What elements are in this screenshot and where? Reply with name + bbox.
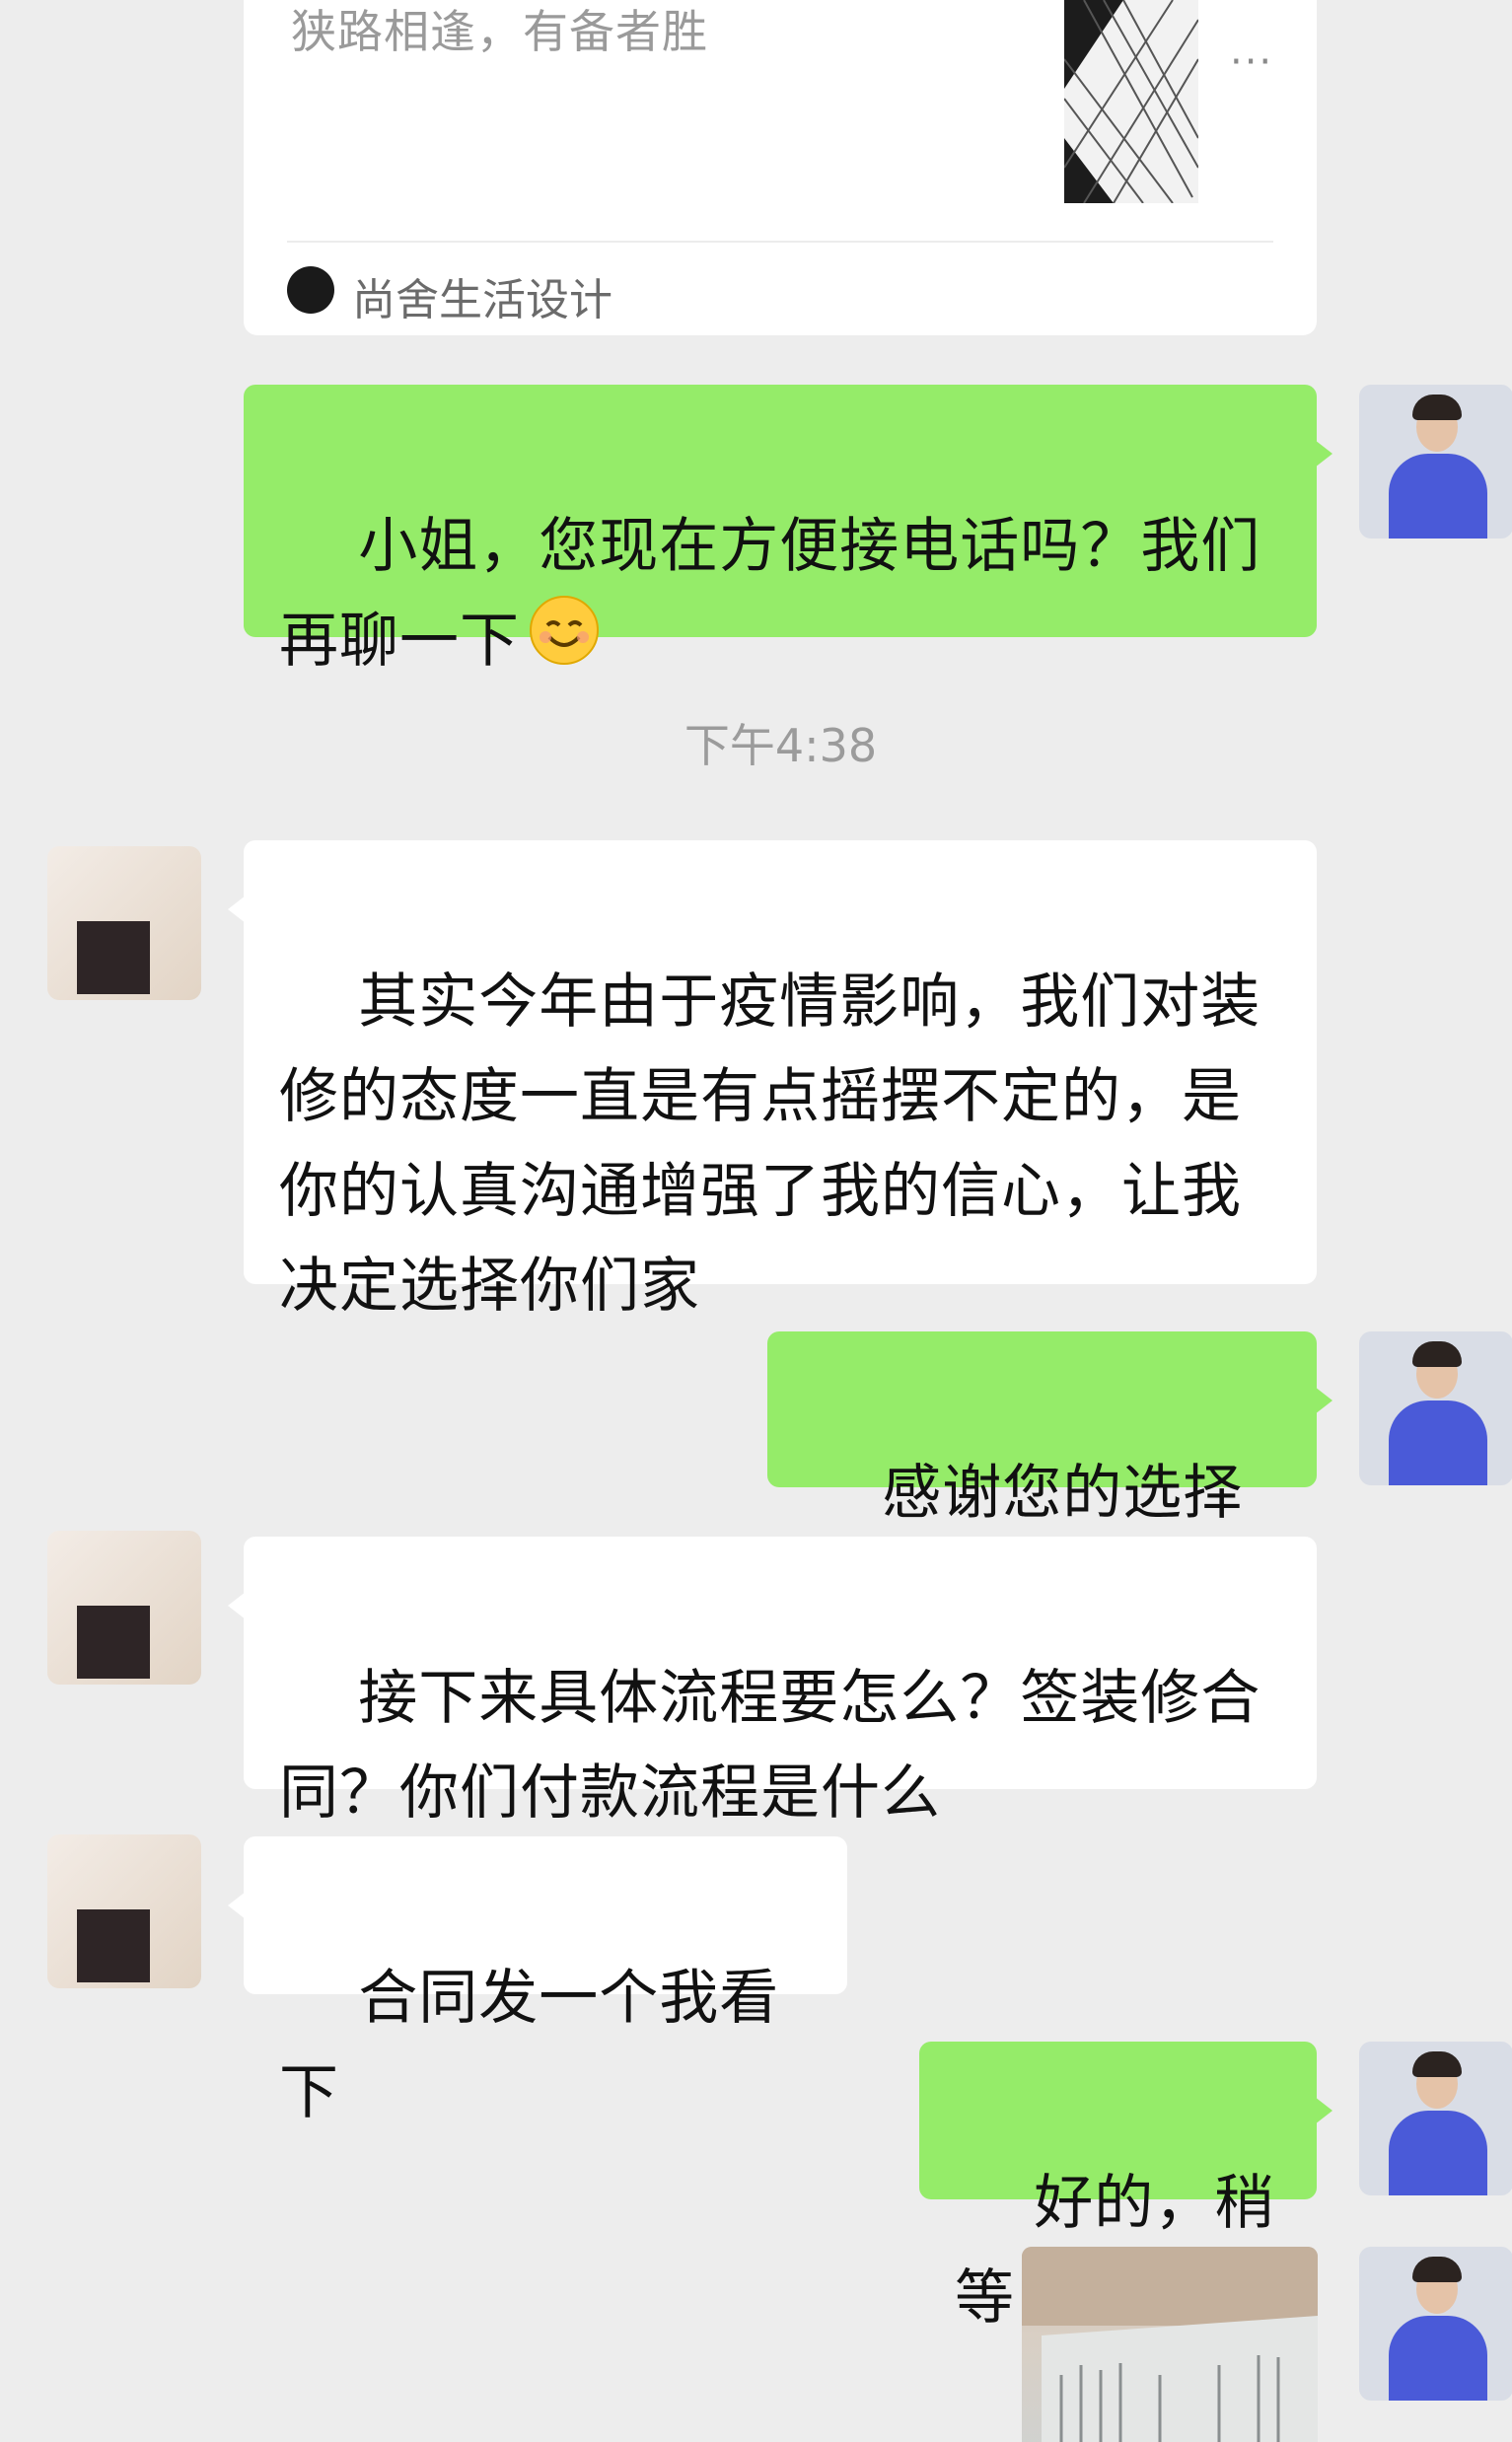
message-bubble-self[interactable]: 感谢您的选择	[767, 1331, 1332, 1608]
image-message[interactable]	[1022, 2247, 1318, 2442]
smiling-face-icon	[528, 594, 601, 694]
message-timestamp: 下午4:38	[684, 719, 878, 772]
article-description: 狭路相逢，有备者胜	[291, 5, 708, 58]
avatar-hair	[1412, 2051, 1462, 2077]
message-bubble-peer[interactable]: 其实今年由于疫情影响，我们对装修的态度一直是有点摇摆不定的，是你的认真沟通增强了…	[228, 840, 1317, 1321]
peer-avatar[interactable]	[47, 846, 201, 1000]
message-bubble-peer[interactable]: 接下来具体流程要怎么？签装修合同？你们付款流程是什么	[228, 1537, 1317, 1828]
avatar-body	[1389, 2316, 1487, 2401]
message-text: 其实今年由于疫情影响，我们对装修的态度一直是有点摇摆不定的，是你的认真沟通增强了…	[279, 968, 1261, 1321]
document-photo-icon	[1022, 2247, 1318, 2442]
avatar-hair	[1412, 2257, 1462, 2282]
message-bubble-peer[interactable]: 合同发一个我看下	[228, 1836, 847, 2127]
message-bubble-self[interactable]: 小姐，您现在方便接电话吗？我们再聊一下	[244, 385, 1332, 676]
avatar-body	[1389, 454, 1487, 539]
article-thumbnail	[1064, 0, 1198, 203]
avatar-body	[1389, 2111, 1487, 2195]
avatar-body	[1389, 1401, 1487, 1485]
avatar-block	[77, 1909, 150, 1982]
avatar-block	[77, 1606, 150, 1679]
self-avatar[interactable]	[1359, 385, 1512, 539]
peer-avatar[interactable]	[47, 1531, 201, 1685]
avatar-hair	[1412, 395, 1462, 420]
message-text: 小姐，您现在方便接电话吗？我们再聊一下	[279, 512, 1261, 676]
message-text: 感谢您的选择	[882, 1459, 1244, 1528]
avatar-block	[77, 921, 150, 994]
shared-article-card[interactable]: 狭路相逢，有备者胜 ··· 尚舍生活设计	[244, 0, 1317, 335]
message-text: 合同发一个我看下	[279, 1964, 780, 2127]
message-text: 接下来具体流程要怎么？签装修合同？你们付款流程是什么	[279, 1664, 1261, 1828]
peer-avatar[interactable]	[47, 1834, 201, 1988]
chat-window: 狭路相逢，有备者胜 ··· 尚舍生活设计 小姐，您现在方便接电话吗？我们再聊一下…	[0, 0, 1512, 2442]
more-icon: ···	[1230, 39, 1274, 85]
source-logo-icon	[287, 266, 334, 314]
message-bubble-self[interactable]: 好的，稍等	[919, 2042, 1332, 2333]
avatar-hair	[1412, 1341, 1462, 1367]
self-avatar[interactable]	[1359, 2247, 1512, 2401]
self-avatar[interactable]	[1359, 2042, 1512, 2195]
card-divider	[287, 241, 1273, 243]
self-avatar[interactable]	[1359, 1331, 1512, 1485]
source-name: 尚舍生活设计	[352, 275, 612, 325]
